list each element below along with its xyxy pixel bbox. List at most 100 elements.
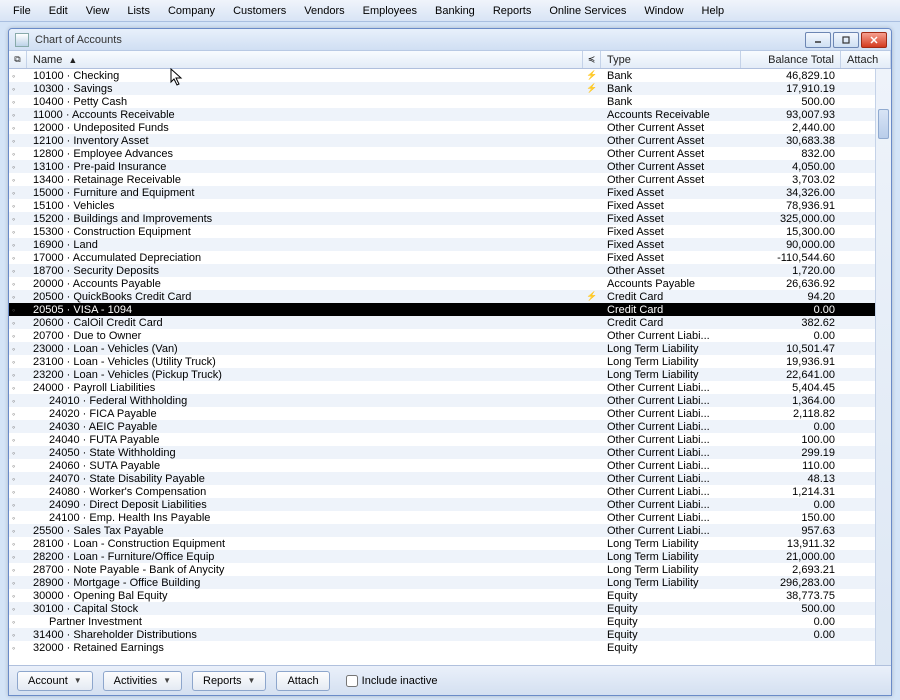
row-expand-icon[interactable]: ◦ — [9, 394, 27, 407]
table-row[interactable]: ◦20600 · CalOil Credit CardCredit Card38… — [9, 316, 891, 329]
row-expand-icon[interactable]: ◦ — [9, 264, 27, 277]
menu-banking[interactable]: Banking — [426, 2, 484, 20]
table-row[interactable]: ◦24070 · State Disability PayableOther C… — [9, 472, 891, 485]
table-row[interactable]: ◦23200 · Loan - Vehicles (Pickup Truck)L… — [9, 368, 891, 381]
include-inactive-input[interactable] — [346, 675, 358, 687]
expand-column-header[interactable]: ⧉ — [9, 51, 27, 68]
table-row[interactable]: ◦28100 · Loan - Construction EquipmentLo… — [9, 537, 891, 550]
row-expand-icon[interactable]: ◦ — [9, 381, 27, 394]
row-expand-icon[interactable]: ◦ — [9, 290, 27, 303]
menu-edit[interactable]: Edit — [40, 2, 77, 20]
row-expand-icon[interactable]: ◦ — [9, 238, 27, 251]
row-expand-icon[interactable]: ◦ — [9, 420, 27, 433]
table-row[interactable]: ◦12800 · Employee AdvancesOther Current … — [9, 147, 891, 160]
row-expand-icon[interactable]: ◦ — [9, 69, 27, 82]
table-row[interactable]: ◦24090 · Direct Deposit LiabilitiesOther… — [9, 498, 891, 511]
table-row[interactable]: ◦13400 · Retainage ReceivableOther Curre… — [9, 173, 891, 186]
table-row[interactable]: ◦24000 · Payroll LiabilitiesOther Curren… — [9, 381, 891, 394]
row-expand-icon[interactable]: ◦ — [9, 186, 27, 199]
vertical-scrollbar[interactable] — [875, 69, 891, 665]
row-expand-icon[interactable]: ◦ — [9, 251, 27, 264]
table-row[interactable]: ◦20500 · QuickBooks Credit Card⚡Credit C… — [9, 290, 891, 303]
row-expand-icon[interactable]: ◦ — [9, 433, 27, 446]
menu-window[interactable]: Window — [635, 2, 692, 20]
row-expand-icon[interactable]: ◦ — [9, 95, 27, 108]
table-row[interactable]: ◦32000 · Retained EarningsEquity — [9, 641, 891, 654]
table-row[interactable]: ◦13100 · Pre-paid InsuranceOther Current… — [9, 160, 891, 173]
table-row[interactable]: ◦24030 · AEIC PayableOther Current Liabi… — [9, 420, 891, 433]
table-row[interactable]: ◦10400 · Petty CashBank500.00 — [9, 95, 891, 108]
table-row[interactable]: ◦24020 · FICA PayableOther Current Liabi… — [9, 407, 891, 420]
row-expand-icon[interactable]: ◦ — [9, 446, 27, 459]
name-column-header[interactable]: Name ▲ — [27, 51, 583, 68]
table-row[interactable]: ◦24040 · FUTA PayableOther Current Liabi… — [9, 433, 891, 446]
row-expand-icon[interactable]: ◦ — [9, 212, 27, 225]
table-row[interactable]: ◦28700 · Note Payable - Bank of AnycityL… — [9, 563, 891, 576]
table-row[interactable]: ◦10300 · Savings⚡Bank17,910.19 — [9, 82, 891, 95]
row-expand-icon[interactable]: ◦ — [9, 82, 27, 95]
maximize-button[interactable] — [833, 32, 859, 48]
menu-file[interactable]: File — [4, 2, 40, 20]
table-row[interactable]: ◦25500 · Sales Tax PayableOther Current … — [9, 524, 891, 537]
menu-employees[interactable]: Employees — [354, 2, 426, 20]
row-expand-icon[interactable]: ◦ — [9, 329, 27, 342]
table-row[interactable]: ◦12100 · Inventory AssetOther Current As… — [9, 134, 891, 147]
row-expand-icon[interactable]: ◦ — [9, 160, 27, 173]
row-expand-icon[interactable]: ◦ — [9, 602, 27, 615]
table-row[interactable]: ◦15300 · Construction EquipmentFixed Ass… — [9, 225, 891, 238]
table-row[interactable]: ◦11000 · Accounts ReceivableAccounts Rec… — [9, 108, 891, 121]
table-row[interactable]: ◦10100 · Checking⚡Bank46,829.10 — [9, 69, 891, 82]
table-row[interactable]: ◦20700 · Due to OwnerOther Current Liabi… — [9, 329, 891, 342]
table-row[interactable]: ◦24010 · Federal WithholdingOther Curren… — [9, 394, 891, 407]
table-row[interactable]: ◦24100 · Emp. Health Ins PayableOther Cu… — [9, 511, 891, 524]
attach-button[interactable]: Attach — [276, 671, 329, 691]
row-expand-icon[interactable]: ◦ — [9, 498, 27, 511]
table-row[interactable]: ◦23000 · Loan - Vehicles (Van)Long Term … — [9, 342, 891, 355]
type-column-header[interactable]: Type — [601, 51, 741, 68]
table-row[interactable]: ◦30100 · Capital StockEquity500.00 — [9, 602, 891, 615]
table-row[interactable]: ◦17000 · Accumulated DepreciationFixed A… — [9, 251, 891, 264]
table-row[interactable]: ◦24050 · State WithholdingOther Current … — [9, 446, 891, 459]
scrollbar-thumb[interactable] — [878, 109, 889, 139]
include-inactive-checkbox[interactable]: Include inactive — [346, 675, 438, 687]
balance-column-header[interactable]: Balance Total — [741, 51, 841, 68]
table-row[interactable]: ◦Partner InvestmentEquity0.00 — [9, 615, 891, 628]
table-row[interactable]: ◦12000 · Undeposited FundsOther Current … — [9, 121, 891, 134]
row-expand-icon[interactable]: ◦ — [9, 277, 27, 290]
row-expand-icon[interactable]: ◦ — [9, 173, 27, 186]
table-row[interactable]: ◦20505 · VISA - 1094Credit Card0.00 — [9, 303, 891, 316]
table-row[interactable]: ◦15000 · Furniture and EquipmentFixed As… — [9, 186, 891, 199]
row-expand-icon[interactable]: ◦ — [9, 108, 27, 121]
table-row[interactable]: ◦23100 · Loan - Vehicles (Utility Truck)… — [9, 355, 891, 368]
minimize-button[interactable] — [805, 32, 831, 48]
row-expand-icon[interactable]: ◦ — [9, 485, 27, 498]
table-row[interactable]: ◦28200 · Loan - Furniture/Office EquipLo… — [9, 550, 891, 563]
table-row[interactable]: ◦24060 · SUTA PayableOther Current Liabi… — [9, 459, 891, 472]
row-expand-icon[interactable]: ◦ — [9, 355, 27, 368]
menu-online-services[interactable]: Online Services — [540, 2, 635, 20]
row-expand-icon[interactable]: ◦ — [9, 537, 27, 550]
row-expand-icon[interactable]: ◦ — [9, 316, 27, 329]
row-expand-icon[interactable]: ◦ — [9, 407, 27, 420]
row-expand-icon[interactable]: ◦ — [9, 459, 27, 472]
row-expand-icon[interactable]: ◦ — [9, 303, 27, 316]
menu-reports[interactable]: Reports — [484, 2, 541, 20]
row-expand-icon[interactable]: ◦ — [9, 628, 27, 641]
row-expand-icon[interactable]: ◦ — [9, 342, 27, 355]
menu-help[interactable]: Help — [693, 2, 734, 20]
table-row[interactable]: ◦15200 · Buildings and ImprovementsFixed… — [9, 212, 891, 225]
row-expand-icon[interactable]: ◦ — [9, 134, 27, 147]
table-row[interactable]: ◦31400 · Shareholder DistributionsEquity… — [9, 628, 891, 641]
accounts-table[interactable]: ◦10100 · Checking⚡Bank46,829.10◦10300 · … — [9, 69, 891, 665]
row-expand-icon[interactable]: ◦ — [9, 147, 27, 160]
row-expand-icon[interactable]: ◦ — [9, 368, 27, 381]
row-expand-icon[interactable]: ◦ — [9, 225, 27, 238]
menu-lists[interactable]: Lists — [118, 2, 159, 20]
row-expand-icon[interactable]: ◦ — [9, 511, 27, 524]
activities-button[interactable]: Activities ▼ — [103, 671, 182, 691]
row-expand-icon[interactable]: ◦ — [9, 589, 27, 602]
table-row[interactable]: ◦16900 · LandFixed Asset90,000.00 — [9, 238, 891, 251]
table-row[interactable]: ◦30000 · Opening Bal EquityEquity38,773.… — [9, 589, 891, 602]
row-expand-icon[interactable]: ◦ — [9, 550, 27, 563]
table-row[interactable]: ◦15100 · VehiclesFixed Asset78,936.91 — [9, 199, 891, 212]
